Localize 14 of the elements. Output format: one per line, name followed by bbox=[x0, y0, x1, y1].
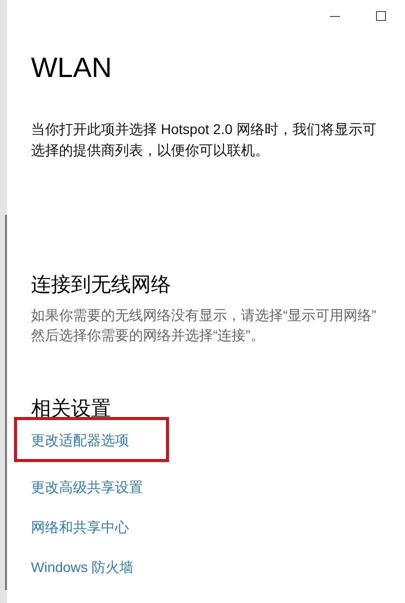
settings-link[interactable]: 更改适配器选项 bbox=[31, 430, 129, 450]
maximize-icon bbox=[376, 11, 386, 21]
page-title: WLAN bbox=[31, 51, 112, 85]
description-line: 如果你需要的无线网络没有显示，请选择“显示可用网络” bbox=[31, 306, 376, 325]
maximize-button[interactable] bbox=[373, 8, 389, 24]
description-line: 当你打开此项并选择 Hotspot 2.0 网络时，我们将显示可 bbox=[31, 120, 376, 139]
section-heading: 连接到无线网络 bbox=[31, 273, 171, 298]
description-line: 选择的提供商列表，以便你可以联机。 bbox=[31, 141, 269, 160]
section-heading: 相关设置 bbox=[31, 397, 111, 422]
settings-link[interactable]: 更改高级共享设置 bbox=[31, 477, 143, 497]
description-line: 然后选择你需要的网络并选择“连接”。 bbox=[31, 326, 264, 345]
scrollbar[interactable] bbox=[5, 215, 7, 590]
settings-link[interactable]: 网络和共享中心 bbox=[31, 517, 129, 537]
settings-link[interactable]: Windows 防火墙 bbox=[31, 557, 134, 577]
